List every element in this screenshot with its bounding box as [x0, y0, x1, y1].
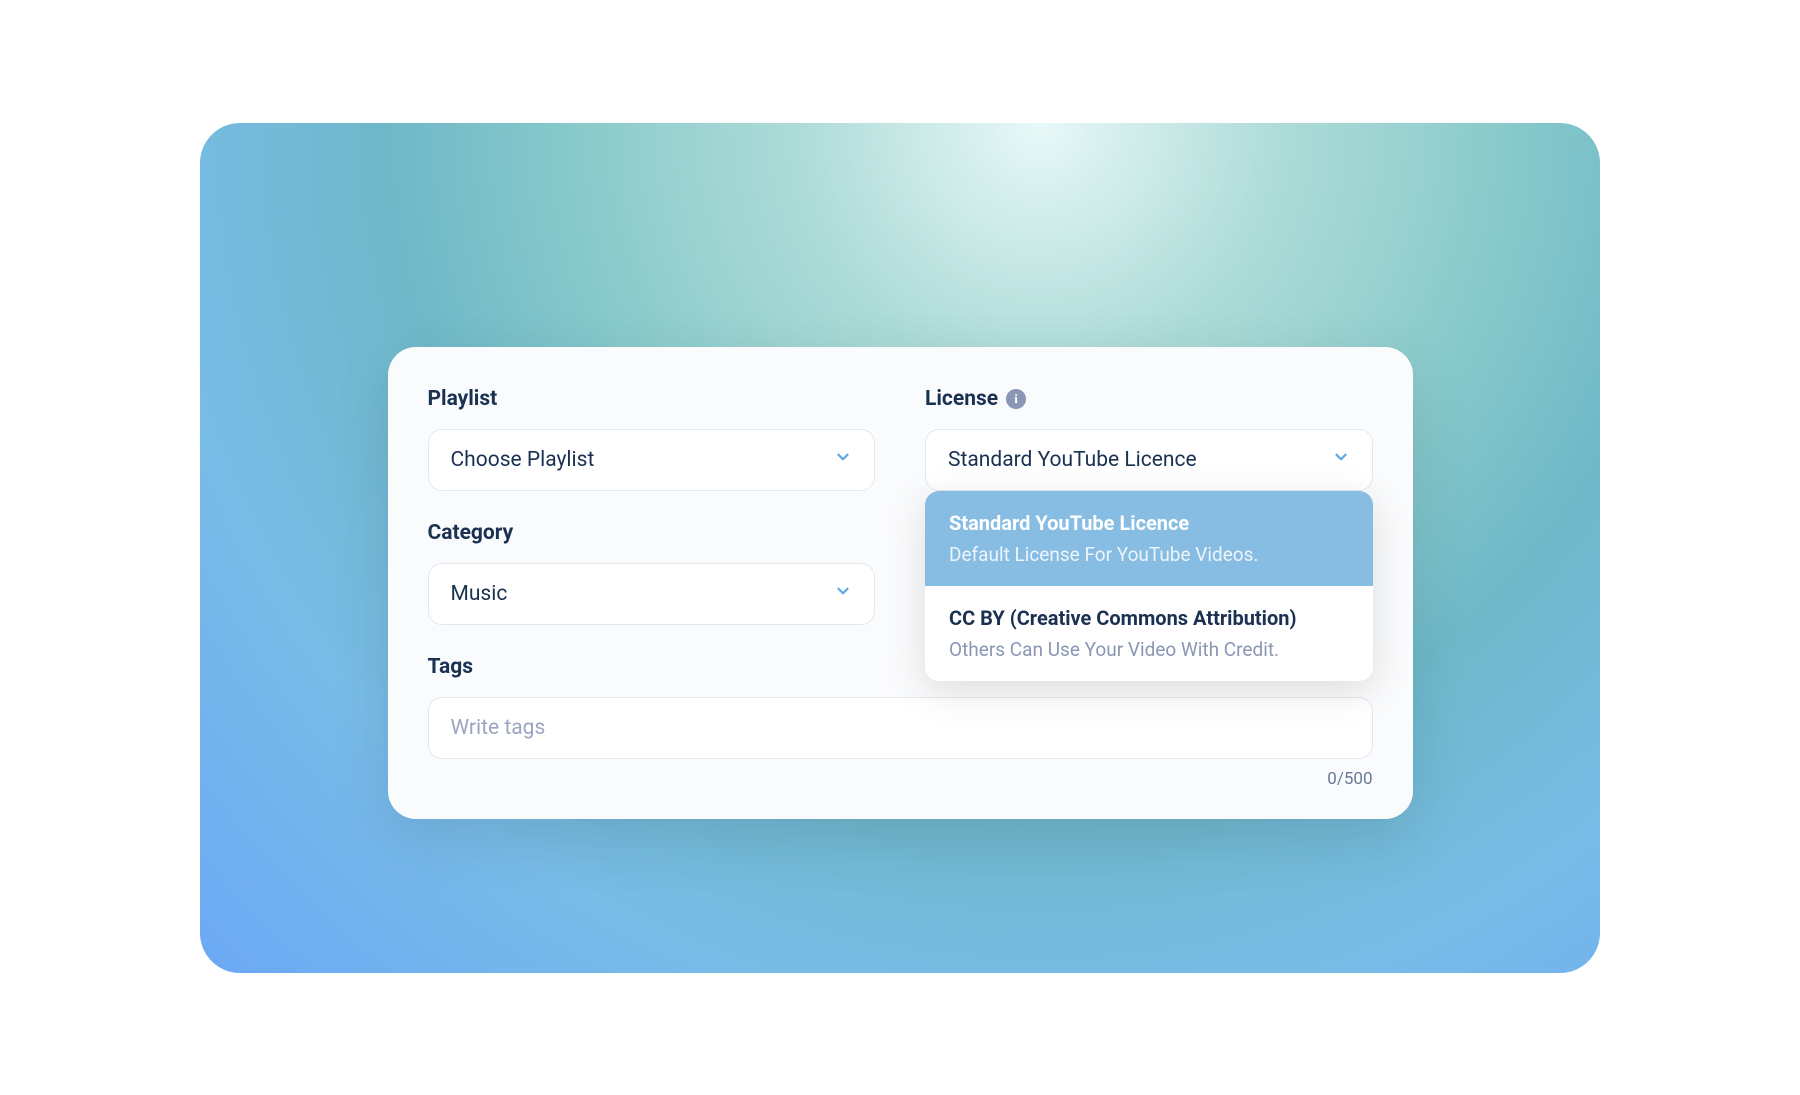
playlist-field: Playlist Choose Playlist	[428, 387, 876, 491]
license-dropdown: Standard YouTube Licence Default License…	[925, 491, 1373, 681]
playlist-label: Playlist	[428, 387, 876, 411]
playlist-select[interactable]: Choose Playlist	[428, 429, 876, 491]
form-grid: Playlist Choose Playlist License i Stand…	[428, 387, 1373, 789]
license-option-title: CC BY (Creative Commons Attribution)	[949, 606, 1349, 630]
license-label: License i	[925, 387, 1373, 411]
playlist-select-value: Choose Playlist	[451, 448, 595, 472]
chevron-down-icon	[834, 448, 852, 471]
license-option-standard[interactable]: Standard YouTube Licence Default License…	[925, 491, 1373, 586]
license-label-text: License	[925, 387, 998, 411]
license-option-ccby[interactable]: CC BY (Creative Commons Attribution) Oth…	[925, 586, 1373, 681]
license-field: License i Standard YouTube Licence Stand…	[925, 387, 1373, 491]
license-option-desc: Default License For YouTube Videos.	[949, 543, 1349, 566]
category-field: Category Music	[428, 521, 876, 625]
tags-counter: 0/500	[428, 769, 1373, 789]
license-select[interactable]: Standard YouTube Licence	[925, 429, 1373, 491]
category-select-value: Music	[451, 582, 508, 606]
tags-placeholder: Write tags	[451, 716, 546, 740]
category-select[interactable]: Music	[428, 563, 876, 625]
license-option-title: Standard YouTube Licence	[949, 511, 1349, 535]
chevron-down-icon	[1332, 448, 1350, 471]
form-card: Playlist Choose Playlist License i Stand…	[388, 347, 1413, 819]
chevron-down-icon	[834, 582, 852, 605]
info-icon[interactable]: i	[1006, 389, 1026, 409]
background-panel: Playlist Choose Playlist License i Stand…	[200, 123, 1600, 973]
tags-input[interactable]: Write tags	[428, 697, 1373, 759]
license-select-value: Standard YouTube Licence	[948, 448, 1197, 472]
category-label: Category	[428, 521, 876, 545]
license-option-desc: Others Can Use Your Video With Credit.	[949, 638, 1349, 661]
